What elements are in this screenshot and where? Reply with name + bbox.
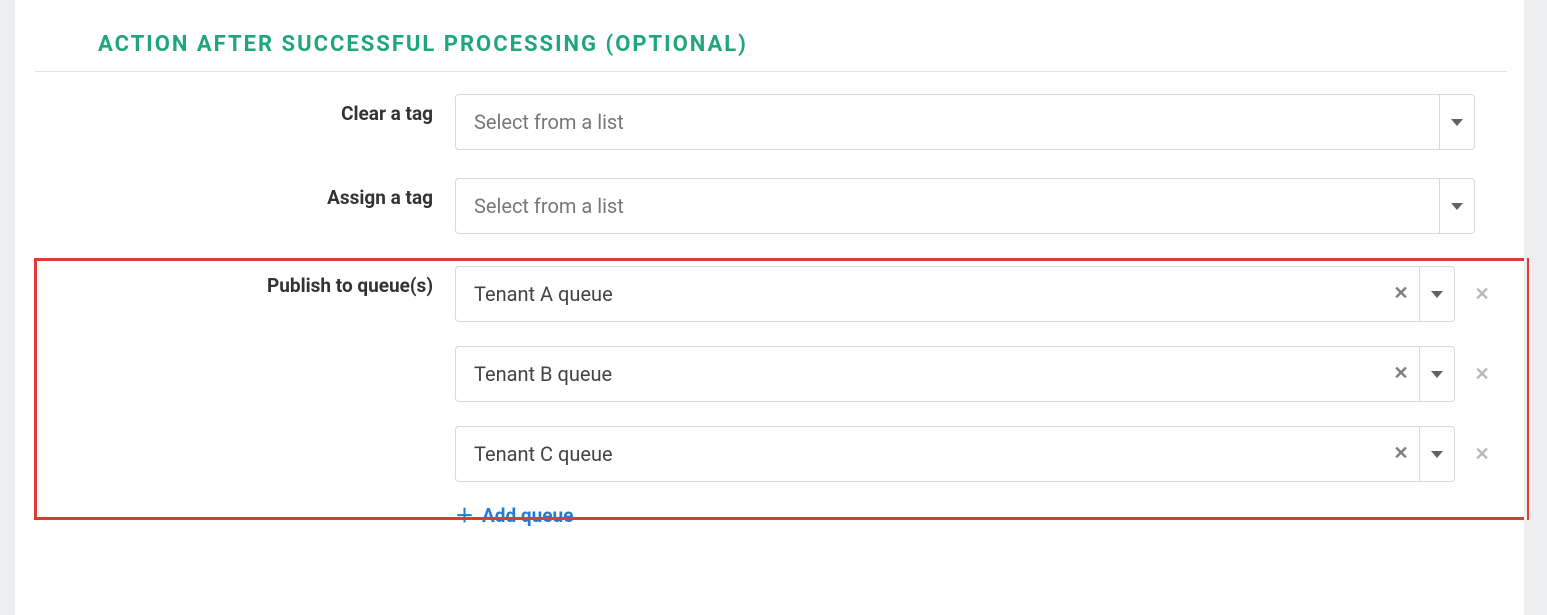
section-title: ACTION AFTER SUCCESSFUL PROCESSING (OPTI…: [35, 0, 1507, 72]
scroll-gutter: [1524, 0, 1527, 615]
queue-select-value[interactable]: Tenant A queue: [455, 266, 1383, 322]
field-publish-queues: Tenant A queue✕✕Tenant B queue✕✕Tenant C…: [455, 266, 1495, 527]
queue-row: Tenant A queue ✕ ✕: [455, 266, 1495, 322]
queue-rows: Tenant A queue✕✕Tenant B queue✕✕Tenant C…: [455, 266, 1495, 482]
clear-tag-select[interactable]: Select from a list: [455, 94, 1475, 150]
close-icon: ✕: [1393, 285, 1408, 303]
form-card: ACTION AFTER SUCCESSFUL PROCESSING (OPTI…: [15, 0, 1527, 615]
label-assign-tag: Assign a tag: [35, 178, 455, 209]
plus-icon: ＋: [455, 506, 474, 525]
queue-clear-button[interactable]: ✕: [1383, 266, 1419, 322]
label-publish-queues: Publish to queue(s): [35, 266, 455, 527]
add-queue-button[interactable]: ＋ Add queue: [455, 504, 573, 527]
queue-caret[interactable]: [1419, 426, 1455, 482]
queues-wrapper: Publish to queue(s) Tenant A queue✕✕Tena…: [35, 262, 1507, 527]
close-icon: ✕: [1393, 445, 1408, 463]
queue-row: Tenant B queue ✕ ✕: [455, 346, 1495, 402]
row-clear-tag: Clear a tag Select from a list: [35, 94, 1507, 150]
queue-caret[interactable]: [1419, 346, 1455, 402]
queue-caret[interactable]: [1419, 266, 1455, 322]
close-icon: ✕: [1393, 365, 1408, 383]
queue-select[interactable]: Tenant A queue ✕: [455, 266, 1455, 322]
queue-select[interactable]: Tenant B queue ✕: [455, 346, 1455, 402]
close-icon: ✕: [1474, 444, 1489, 465]
queue-select[interactable]: Tenant C queue ✕: [455, 426, 1455, 482]
form-area: Clear a tag Select from a list Assign a …: [35, 72, 1507, 527]
close-icon: ✕: [1474, 364, 1489, 385]
queue-row: Tenant C queue ✕ ✕: [455, 426, 1495, 482]
queue-remove-button[interactable]: ✕: [1455, 285, 1495, 304]
page: ACTION AFTER SUCCESSFUL PROCESSING (OPTI…: [0, 0, 1547, 615]
field-clear-tag: Select from a list: [455, 94, 1495, 150]
queue-remove-button[interactable]: ✕: [1455, 365, 1495, 384]
queue-select-value[interactable]: Tenant C queue: [455, 426, 1383, 482]
chevron-down-icon: [1451, 203, 1463, 210]
queue-remove-button[interactable]: ✕: [1455, 445, 1495, 464]
queue-select-value[interactable]: Tenant B queue: [455, 346, 1383, 402]
assign-tag-select-value[interactable]: Select from a list: [455, 178, 1439, 234]
queue-clear-button[interactable]: ✕: [1383, 346, 1419, 402]
assign-tag-caret[interactable]: [1439, 178, 1475, 234]
queue-clear-button[interactable]: ✕: [1383, 426, 1419, 482]
chevron-down-icon: [1431, 291, 1443, 298]
label-clear-tag: Clear a tag: [35, 94, 455, 125]
field-assign-tag: Select from a list: [455, 178, 1495, 234]
chevron-down-icon: [1431, 371, 1443, 378]
assign-tag-select[interactable]: Select from a list: [455, 178, 1475, 234]
close-icon: ✕: [1474, 284, 1489, 305]
clear-tag-select-value[interactable]: Select from a list: [455, 94, 1439, 150]
chevron-down-icon: [1431, 451, 1443, 458]
chevron-down-icon: [1451, 119, 1463, 126]
clear-tag-caret[interactable]: [1439, 94, 1475, 150]
row-assign-tag: Assign a tag Select from a list: [35, 178, 1507, 234]
add-queue-label: Add queue: [482, 504, 573, 527]
